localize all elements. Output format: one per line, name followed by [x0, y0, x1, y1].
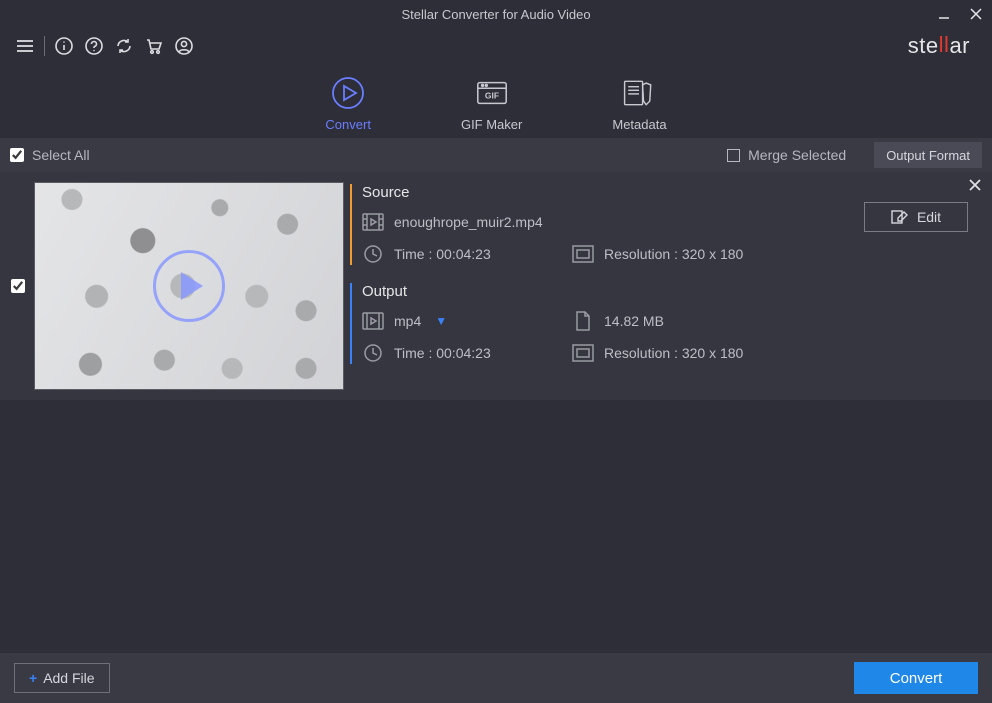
- files-area: Source enoughrope_muir2.mp4 Time : 00:04…: [0, 172, 992, 408]
- output-heading: Output: [362, 283, 982, 300]
- info-icon[interactable]: [49, 31, 79, 61]
- mode-tabs: Convert GIF GIF Maker Metadata: [0, 64, 992, 138]
- video-thumbnail[interactable]: [34, 182, 344, 390]
- close-button[interactable]: [960, 0, 992, 28]
- output-section: Output mp4 ▼: [350, 283, 982, 364]
- remove-file-button[interactable]: [968, 178, 982, 192]
- output-time: Time : 00:04:23: [394, 345, 491, 361]
- cart-icon[interactable]: [139, 31, 169, 61]
- select-row: Select All Merge Selected Output Format: [0, 138, 992, 172]
- source-filename: enoughrope_muir2.mp4: [394, 214, 543, 230]
- source-heading: Source: [362, 184, 982, 201]
- resolution-icon: [572, 243, 594, 265]
- update-icon[interactable]: [109, 31, 139, 61]
- separator: [44, 36, 45, 56]
- brand-red: ll: [939, 32, 950, 58]
- merge-selected-label: Merge Selected: [748, 147, 846, 163]
- file-item: Source enoughrope_muir2.mp4 Time : 00:04…: [0, 172, 992, 400]
- merge-selected-input[interactable]: [727, 149, 740, 162]
- help-icon[interactable]: [79, 31, 109, 61]
- play-icon: [153, 250, 225, 322]
- titlebar: Stellar Converter for Audio Video: [0, 0, 992, 28]
- toolbar: stellar: [0, 28, 992, 64]
- output-format-dropdown[interactable]: mp4 ▼: [394, 313, 447, 329]
- divider: [0, 400, 992, 408]
- account-icon[interactable]: [169, 31, 199, 61]
- brand-logo: stellar: [908, 33, 982, 59]
- hamburger-menu-icon[interactable]: [10, 31, 40, 61]
- mode-convert[interactable]: Convert: [325, 75, 371, 132]
- svg-text:GIF: GIF: [485, 91, 499, 101]
- convert-icon: [330, 75, 366, 111]
- convert-button[interactable]: Convert: [854, 662, 978, 694]
- edit-button-label: Edit: [917, 209, 941, 225]
- select-all-label: Select All: [32, 147, 90, 163]
- output-size: 14.82 MB: [604, 313, 664, 329]
- select-all-input[interactable]: [10, 148, 24, 162]
- edit-button[interactable]: Edit: [864, 202, 968, 232]
- mode-metadata-label: Metadata: [612, 117, 666, 132]
- mode-gif-maker[interactable]: GIF GIF Maker: [461, 75, 522, 132]
- plus-icon: +: [29, 670, 37, 686]
- metadata-icon: [621, 75, 657, 111]
- minimize-button[interactable]: [928, 0, 960, 28]
- film-icon: [362, 310, 384, 332]
- resolution-icon: [572, 342, 594, 364]
- merge-selected-checkbox[interactable]: Merge Selected: [727, 147, 846, 163]
- output-format-button[interactable]: Output Format: [874, 142, 982, 168]
- add-file-label: Add File: [43, 670, 94, 686]
- file-item-checkbox-wrap: [6, 279, 30, 293]
- film-icon: [362, 211, 384, 233]
- caret-down-icon: ▼: [435, 314, 447, 328]
- mode-metadata[interactable]: Metadata: [612, 75, 666, 132]
- mode-gif-label: GIF Maker: [461, 117, 522, 132]
- output-format-value: mp4: [394, 313, 421, 329]
- select-all-checkbox[interactable]: Select All: [10, 147, 90, 163]
- mode-convert-label: Convert: [325, 117, 371, 132]
- brand-part2: ar: [949, 33, 970, 59]
- window-controls: [928, 0, 992, 28]
- clock-icon: [362, 243, 384, 265]
- source-time: Time : 00:04:23: [394, 246, 491, 262]
- clock-icon: [362, 342, 384, 364]
- add-file-button[interactable]: + Add File: [14, 663, 110, 693]
- file-item-checkbox[interactable]: [11, 279, 25, 293]
- brand-part1: ste: [908, 33, 939, 59]
- file-icon: [572, 310, 594, 332]
- window-title: Stellar Converter for Audio Video: [401, 7, 590, 22]
- output-resolution: Resolution : 320 x 180: [604, 345, 743, 361]
- footer: + Add File Convert: [0, 653, 992, 703]
- gif-icon: GIF: [474, 75, 510, 111]
- source-resolution: Resolution : 320 x 180: [604, 246, 743, 262]
